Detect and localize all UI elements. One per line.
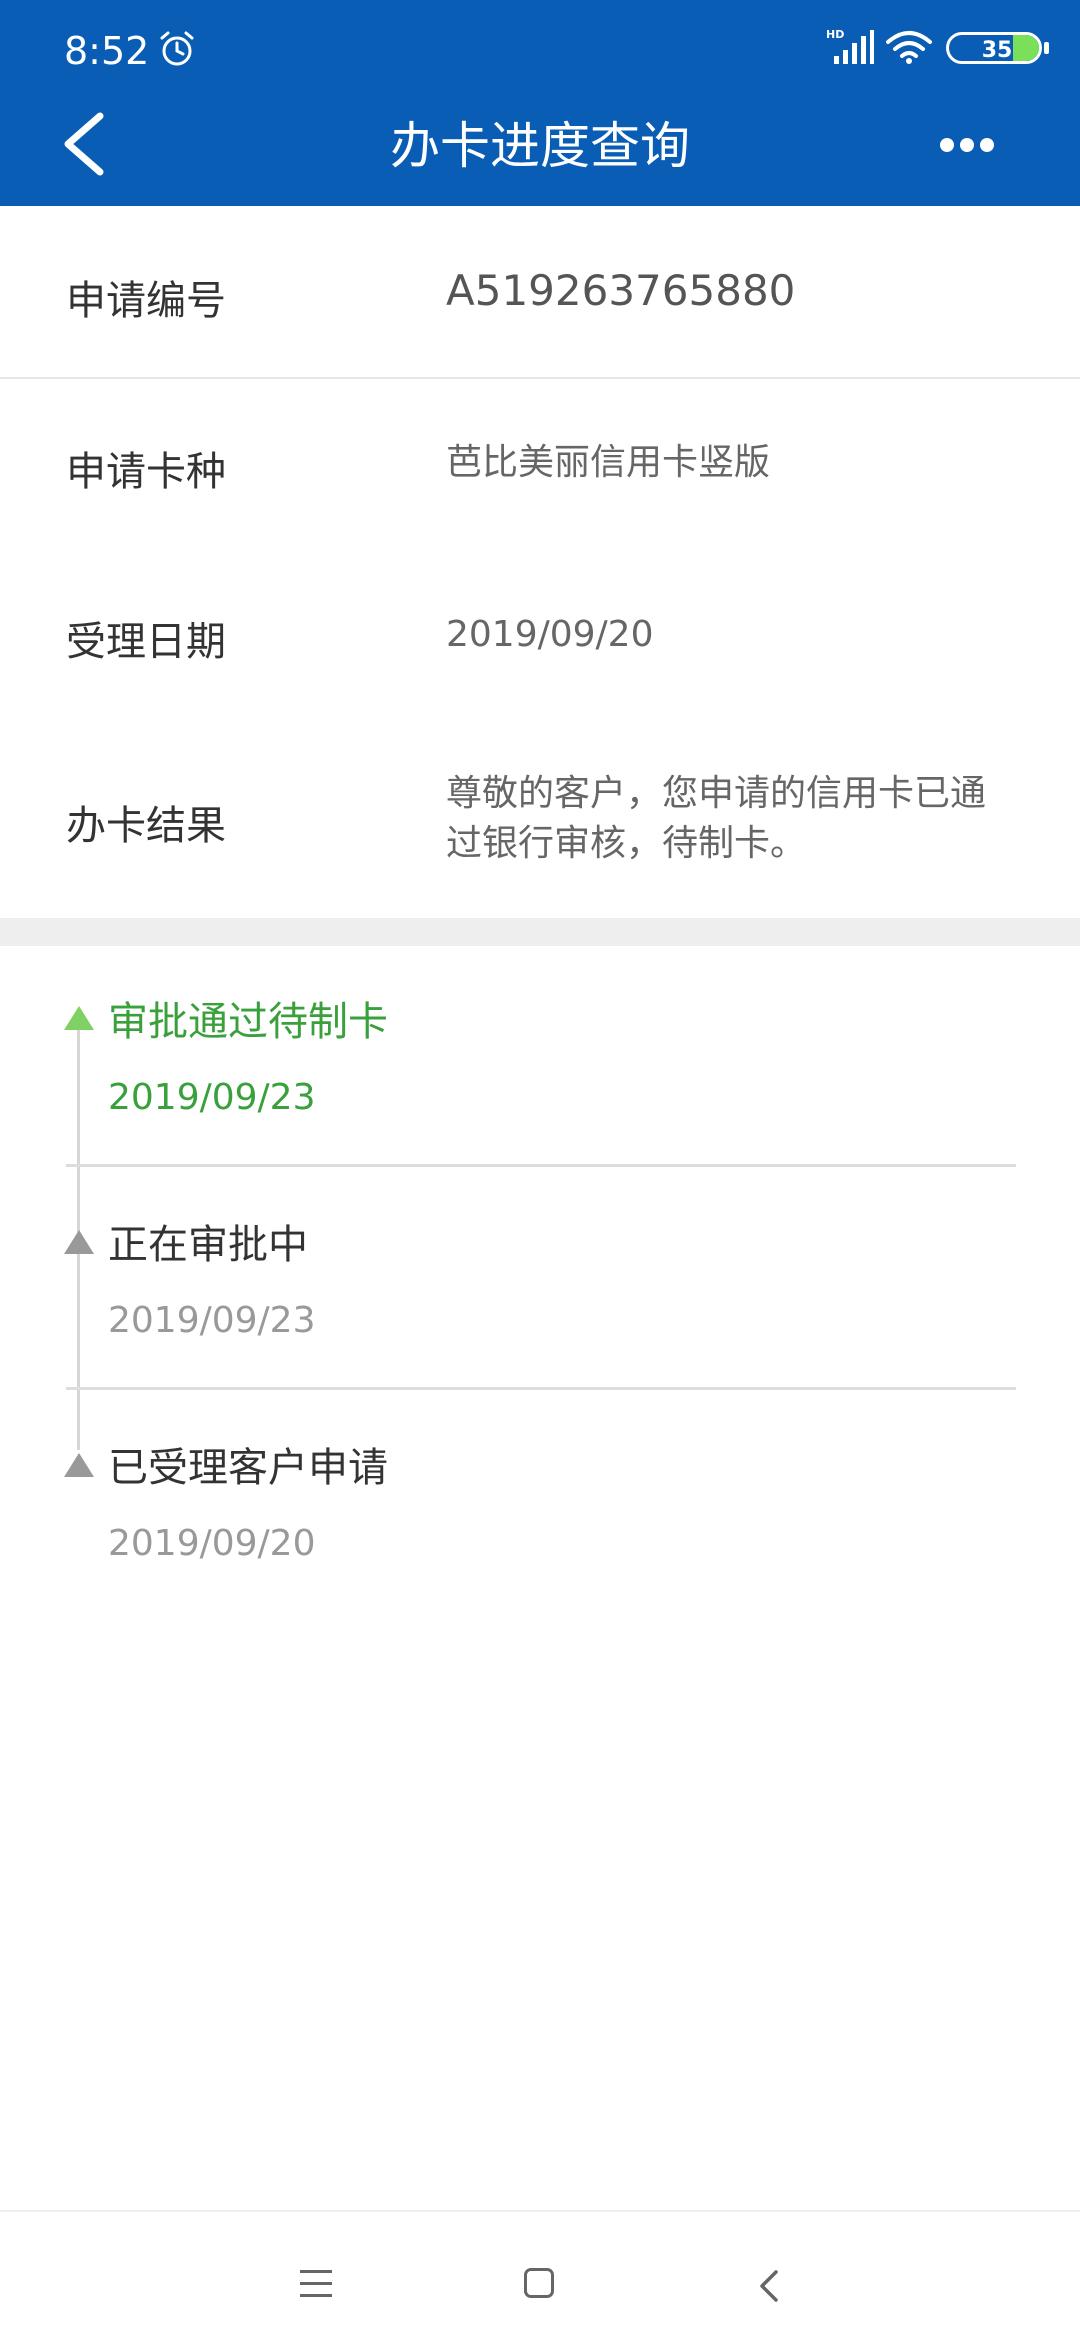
timeline-step-date: 2019/09/20 [108,1523,316,1564]
info-label: 办卡结果 [66,803,226,849]
page-title: 办卡进度查询 [390,117,690,175]
battery-icon: 35 [946,32,1050,66]
menu-icon[interactable] [300,2270,332,2300]
card-type-value: 芭比美丽信用卡竖版 [446,442,771,483]
timeline-step-title: 审批通过待制卡 [108,999,388,1045]
back-button[interactable] [56,104,116,184]
acceptance-date-value: 2019/09/20 [446,614,654,655]
home-icon[interactable] [524,2268,554,2298]
app-header: 8:52 HD 35 办卡进度查询 [0,0,1080,206]
status-time: 8:52 [64,29,150,73]
timeline-divider [66,1387,1016,1390]
timeline-divider [66,1164,1016,1167]
timeline-step-title: 已受理客户申请 [108,1445,388,1491]
info-label: 申请编号 [66,278,226,324]
section-gap [0,918,1080,946]
wifi-icon [886,31,932,64]
timeline-marker-icon [64,1230,94,1254]
info-label: 受理日期 [66,619,226,665]
timeline-step-date: 2019/09/23 [108,1077,316,1118]
system-nav-bar [0,2210,1080,2342]
application-number-value: A519263765880 [446,266,796,315]
svg-text:HD: HD [826,28,844,41]
battery-level: 35 [981,38,1013,63]
timeline-marker-icon [64,1006,94,1030]
info-label: 申请卡种 [66,449,226,495]
back-icon[interactable] [754,2266,784,2306]
timeline-step-title: 正在审批中 [108,1222,308,1268]
timeline-step-date: 2019/09/23 [108,1300,316,1341]
result-value: 尊敬的客户，您申请的信用卡已通过银行审核，待制卡。 [446,773,987,864]
info-row-application-number: 申请编号 A519263765880 [0,206,1080,378]
more-button[interactable] [926,124,1006,164]
alarm-icon [160,31,194,66]
info-section-details: 申请卡种 芭比美丽信用卡竖版 受理日期 2019/09/20 办卡结果 尊敬的客… [0,379,1080,919]
hd-signal-icon: HD [826,28,874,64]
status-bar: 8:52 HD 35 [0,0,1080,96]
timeline-marker-icon [64,1453,94,1477]
